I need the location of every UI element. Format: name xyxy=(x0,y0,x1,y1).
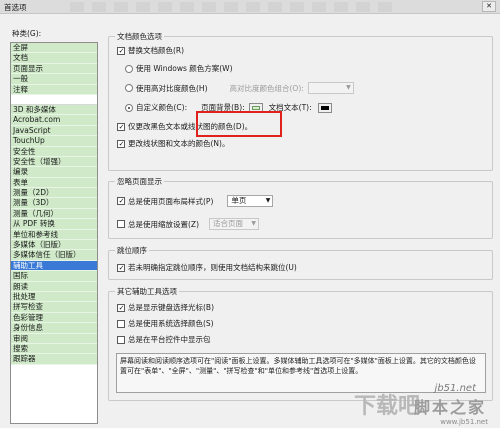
close-icon[interactable]: ✕ xyxy=(482,1,496,12)
windows-scheme-label: 使用 Windows 颜色方案(W) xyxy=(136,64,233,73)
always-layout-label: 总是使用页面布局样式(P) xyxy=(128,196,214,206)
category-item[interactable]: 审阅 xyxy=(11,333,97,344)
custom-color-radio[interactable] xyxy=(125,103,133,112)
replace-colors-checkbox[interactable] xyxy=(117,46,125,55)
replace-colors-label: 替换文档颜色(R) xyxy=(128,46,185,55)
category-item[interactable]: 测量（3D） xyxy=(11,198,97,209)
category-item[interactable]: 身份信息 xyxy=(11,323,97,334)
category-item[interactable]: 表单 xyxy=(11,177,97,189)
reading-order-title: 跳位顺序 xyxy=(115,245,149,256)
page-bg-color-chip xyxy=(251,105,260,110)
keyboard-cursor-checkbox[interactable] xyxy=(117,303,125,312)
preferences-dialog: 种类(G): 全屏 文档 页面显示 一般 注释 3D 和多媒体 Acrobat.com Jav… xyxy=(0,14,500,428)
category-item[interactable]: 页面显示 xyxy=(11,63,97,75)
high-contrast-label: 使用高对比度颜色(H) xyxy=(136,83,208,93)
system-selection-row[interactable]: 总是使用系统选择颜色(S) xyxy=(117,318,214,329)
always-layout-row[interactable]: 总是使用页面布局样式(P) 单页 ▼ xyxy=(117,195,274,207)
category-item[interactable]: 单位和参考线 xyxy=(11,229,97,241)
windows-scheme-radio[interactable] xyxy=(125,64,133,73)
change-lineart-checkbox[interactable] xyxy=(117,139,125,148)
custom-color-label: 自定义颜色(C): xyxy=(136,103,188,112)
high-contrast-row[interactable]: 使用高对比度颜色(H) 高对比度颜色组合(O): ▼ xyxy=(125,82,354,94)
other-options-title: 其它辅助工具选项 xyxy=(115,286,179,297)
show-portfolio-label: 总是在平台控件中显示包 xyxy=(128,335,211,344)
reading-order-group: 跳位顺序 若未明确指定跳位顺序，则使用文档结构来跳位(U) xyxy=(108,245,493,280)
category-item[interactable]: 从 PDF 转换 xyxy=(11,219,97,230)
show-portfolio-checkbox[interactable] xyxy=(117,335,125,344)
change-lineart-row[interactable]: 更改线状图和文本的颜色(N)。 xyxy=(117,138,229,149)
keyboard-cursor-label: 总是显示键盘选择光标(B) xyxy=(128,303,214,312)
category-item[interactable]: 测量（几何） xyxy=(11,208,97,220)
high-contrast-radio[interactable] xyxy=(125,84,133,92)
category-item[interactable]: 色彩管理 xyxy=(11,312,97,324)
system-selection-checkbox[interactable] xyxy=(117,319,125,328)
category-item[interactable]: 国际 xyxy=(11,271,97,282)
watermark-logo: 下载吧 xyxy=(354,394,421,419)
always-zoom-label: 总是使用缩放设置(Z) xyxy=(128,219,199,229)
category-item[interactable]: TouchUp xyxy=(11,136,97,147)
system-selection-label: 总是使用系统选择颜色(S) xyxy=(128,319,214,328)
watermark-url: www.jb51.net xyxy=(440,418,488,426)
watermark-brand: 脚本之家 xyxy=(413,398,486,417)
layout-select-value: 单页 xyxy=(231,196,247,205)
always-layout-checkbox[interactable] xyxy=(117,197,125,205)
category-item[interactable]: 拼写检查 xyxy=(11,302,97,313)
category-item[interactable]: 批处理 xyxy=(11,291,97,303)
keyboard-cursor-row[interactable]: 总是显示键盘选择光标(B) xyxy=(117,302,214,313)
category-item[interactable]: 辅助工具 xyxy=(11,260,97,272)
chevron-down-icon: ▼ xyxy=(346,84,351,91)
category-item[interactable]: 注释 xyxy=(11,84,97,95)
category-item[interactable]: 编录 xyxy=(11,167,97,178)
high-contrast-combo-select[interactable]: ▼ xyxy=(307,82,354,94)
show-portfolio-row[interactable]: 总是在平台控件中显示包 xyxy=(117,334,211,345)
categories-label: 种类(G): xyxy=(12,29,42,38)
zoom-select[interactable]: 适合页面 ▼ xyxy=(209,218,259,230)
highlight-box xyxy=(196,111,282,137)
untagged-row[interactable]: 若未明确指定跳位顺序，则使用文档结构来跳位(U) xyxy=(117,262,297,273)
categories-list[interactable]: 全屏 文档 页面显示 一般 注释 3D 和多媒体 Acrobat.com JavaScript… xyxy=(10,42,98,424)
zoom-select-value: 适合页面 xyxy=(213,219,243,228)
doc-colors-title: 文档颜色选项 xyxy=(115,31,164,42)
always-zoom-checkbox[interactable] xyxy=(117,220,125,228)
title-bar: 首选项 ✕ xyxy=(0,0,500,14)
change-lineart-label: 更改线状图和文本的颜色(N)。 xyxy=(128,139,230,148)
page-display-title: 忽略页面显示 xyxy=(115,176,164,187)
chevron-down-icon: ▼ xyxy=(265,197,271,204)
doc-text-color-chip xyxy=(320,105,329,110)
replace-colors-row[interactable]: 替换文档颜色(R) xyxy=(117,45,184,56)
category-spacer xyxy=(11,94,97,105)
watermark: 下载吧 jb51.net 脚本之家 www.jb51.net xyxy=(354,374,494,426)
watermark-site: jb51.net xyxy=(434,383,476,394)
category-item[interactable]: 文档 xyxy=(11,53,97,64)
category-item[interactable]: 朗读 xyxy=(11,281,97,292)
category-item[interactable]: 测量（2D） xyxy=(11,188,97,199)
category-item[interactable]: 安全性（增强） xyxy=(11,156,97,168)
untagged-checkbox[interactable] xyxy=(117,263,125,272)
layout-select[interactable]: 单页 ▼ xyxy=(227,195,274,207)
always-zoom-row[interactable]: 总是使用缩放设置(Z) 适合页面 ▼ xyxy=(117,218,259,230)
chevron-down-icon: ▼ xyxy=(251,220,256,227)
category-item[interactable]: JavaScript xyxy=(11,125,97,137)
category-item[interactable]: 安全性 xyxy=(11,146,97,157)
only-black-checkbox[interactable] xyxy=(117,122,125,131)
category-item[interactable]: 搜索 xyxy=(11,343,97,355)
doc-colors-group: 文档颜色选项 替换文档颜色(R) 使用 Windows 颜色方案(W) 使用高对… xyxy=(108,31,493,171)
category-item[interactable]: 跟踪器 xyxy=(11,354,97,365)
category-item[interactable]: 多媒体信任（旧版） xyxy=(11,250,97,261)
high-contrast-combo-label: 高对比度颜色组合(O): xyxy=(229,83,304,93)
background-toolbar xyxy=(70,2,400,12)
page-display-group: 忽略页面显示 总是使用页面布局样式(P) 单页 ▼ 总是使用缩放设置(Z) 适合页… xyxy=(108,176,493,239)
window-title: 首选项 xyxy=(4,3,27,12)
category-item[interactable]: 多媒体（旧版） xyxy=(11,240,97,251)
category-item[interactable]: 一般 xyxy=(11,74,97,85)
untagged-label: 若未明确指定跳位顺序，则使用文档结构来跳位(U) xyxy=(128,263,297,272)
windows-scheme-row[interactable]: 使用 Windows 颜色方案(W) xyxy=(125,63,233,74)
category-item[interactable]: Acrobat.com xyxy=(11,115,97,126)
category-item[interactable]: 3D 和多媒体 xyxy=(11,104,97,116)
window-controls: ✕ xyxy=(480,1,496,12)
doc-text-swatch[interactable] xyxy=(317,102,332,113)
category-item[interactable]: 全屏 xyxy=(11,43,97,54)
